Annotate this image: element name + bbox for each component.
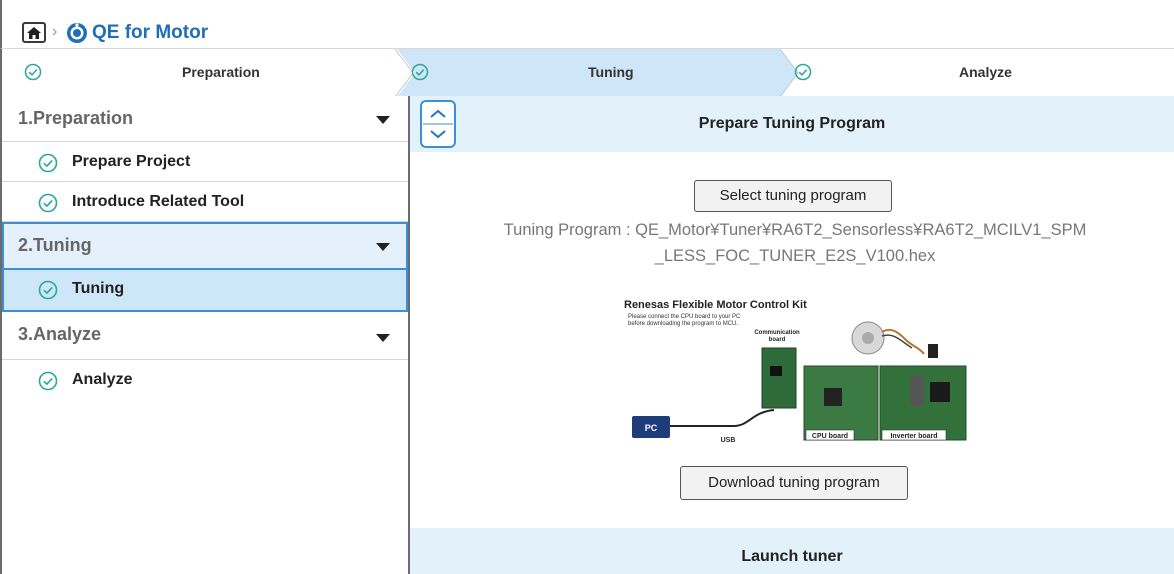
usb-label: USB <box>721 437 736 444</box>
step-label: Analyze <box>959 64 1012 80</box>
sidebar-item-label: Introduce Related Tool <box>72 193 245 210</box>
sidebar-section-tuning[interactable]: 2.Tuning <box>2 222 408 270</box>
step-preparation[interactable]: Preparation <box>2 49 397 97</box>
pc-label: PC <box>645 423 658 433</box>
check-circle-icon <box>794 63 812 81</box>
inverter-board-label: Inverter board <box>890 433 937 440</box>
caret-down-icon[interactable] <box>376 116 390 124</box>
sidebar-item-prepare-project[interactable]: Prepare Project <box>2 142 408 182</box>
step-tuning[interactable]: Tuning <box>397 49 792 97</box>
check-circle-icon <box>38 193 58 213</box>
home-icon <box>27 26 41 39</box>
comm-board-label1: Communication <box>754 330 800 336</box>
sidebar-item-label: Analyze <box>72 371 133 388</box>
sidebar-item-label: Tuning <box>72 280 125 297</box>
diagram-note-line2: before downloading the program to MCU. <box>628 321 738 327</box>
diagram-title: Renesas Flexible Motor Control Kit <box>624 299 807 311</box>
app-title: QE for Motor <box>92 22 209 43</box>
step-analyze[interactable]: Analyze <box>792 49 1174 97</box>
motor-kit-diagram-image: Renesas Flexible Motor Control Kit Pleas… <box>624 299 967 444</box>
check-circle-icon <box>38 153 58 173</box>
sidebar-item-introduce-related-tool[interactable]: Introduce Related Tool <box>2 182 408 222</box>
step-label: Tuning <box>588 64 634 80</box>
section-title: 2.Tuning <box>18 235 92 255</box>
tuning-program-path-line2: _LESS_FOC_TUNER_E2S_V100.hex <box>654 247 936 265</box>
check-circle-icon <box>411 63 429 81</box>
communication-board-image <box>761 347 797 409</box>
caret-down-icon[interactable] <box>376 243 390 251</box>
sidebar-section-preparation[interactable]: 1.Preparation <box>2 96 408 142</box>
tuning-program-path-line1: Tuning Program : QE_Motor¥Tuner¥RA6T2_Se… <box>503 221 1087 239</box>
breadcrumb-separator-icon: › <box>52 23 58 40</box>
sidebar: 1.Preparation Prepare Project Introduce … <box>0 96 410 574</box>
main-panel: Prepare Tuning Program Select tuning pro… <box>410 96 1174 574</box>
home-button[interactable] <box>22 22 46 43</box>
sidebar-item-analyze[interactable]: Analyze <box>2 360 408 400</box>
download-tuning-program-button[interactable]: Download tuning program <box>680 466 908 500</box>
section-title: Prepare Tuning Program <box>698 115 886 132</box>
section-header-prepare-tuning-program: Prepare Tuning Program <box>410 96 1174 152</box>
cpu-board-label: CPU board <box>812 433 848 440</box>
diagram-note-line1: Please connect the CPU board to your PC <box>628 314 741 320</box>
motor-logo-icon <box>67 23 87 43</box>
section-title: Launch tuner <box>741 548 843 565</box>
step-label: Preparation <box>182 64 260 80</box>
step-progress-bar: Preparation Tuning Analyze <box>0 48 1174 97</box>
expand-collapse-control[interactable] <box>420 100 456 148</box>
section-title: 1.Preparation <box>18 108 134 128</box>
section-title: 3.Analyze <box>18 324 102 344</box>
check-circle-icon <box>38 280 58 300</box>
comm-board-label2: board <box>769 337 786 343</box>
sidebar-section-analyze[interactable]: 3.Analyze <box>2 312 408 360</box>
caret-down-icon[interactable] <box>376 334 390 342</box>
sidebar-item-tuning[interactable]: Tuning <box>2 270 408 312</box>
chevron-up-down-icon <box>423 109 453 139</box>
check-circle-icon <box>38 371 58 391</box>
app-header: › QE for Motor <box>0 0 1174 48</box>
sidebar-item-label: Prepare Project <box>72 153 191 170</box>
check-circle-icon <box>24 63 42 81</box>
section-header-launch-tuner: Launch tuner <box>410 528 1174 574</box>
select-tuning-program-button[interactable]: Select tuning program <box>694 180 892 212</box>
